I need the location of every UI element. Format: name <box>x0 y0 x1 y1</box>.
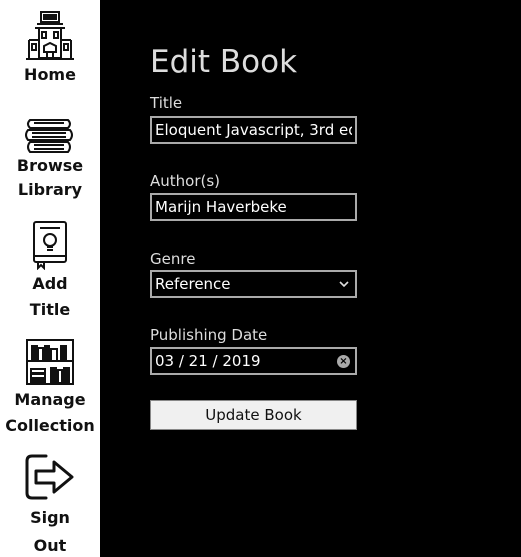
sidebar-item-label: Out <box>33 536 67 555</box>
sidebar-item-label: Library <box>17 180 83 199</box>
publishing-date-value: 03 / 21 / 2019 <box>155 352 261 370</box>
genre-label: Genre <box>150 250 196 268</box>
sidebar-item-home[interactable]: Home <box>0 10 100 87</box>
sidebar: Home Browse Library Add Title Manage Col… <box>0 0 100 557</box>
sidebar-item-manage-collection[interactable]: Manage Collection <box>0 338 100 438</box>
sidebar-item-sign-out[interactable]: Sign Out <box>0 452 100 557</box>
publishing-date-label: Publishing Date <box>150 326 268 344</box>
sidebar-item-label: Sign <box>30 508 70 527</box>
book-lightbulb-icon <box>33 221 67 270</box>
sidebar-item-browse-library[interactable]: Browse Library <box>0 118 100 202</box>
update-book-button[interactable]: Update Book <box>150 400 357 430</box>
genre-selected-value: Reference <box>155 275 231 293</box>
author-label: Author(s) <box>150 172 221 190</box>
genre-select[interactable]: Reference <box>150 270 357 298</box>
sidebar-item-label: Title <box>29 300 71 319</box>
publishing-date-input[interactable]: 03 / 21 / 2019 × <box>150 347 357 375</box>
sidebar-item-label: Manage <box>14 390 86 409</box>
sidebar-item-label: Browse <box>16 156 84 175</box>
edit-book-panel: Edit Book Title Author(s) Genre Referenc… <box>100 0 521 557</box>
sidebar-item-label: Add <box>32 274 68 293</box>
sidebar-item-add-title[interactable]: Add Title <box>0 220 100 322</box>
title-label: Title <box>150 94 183 112</box>
sidebar-item-label: Home <box>24 65 76 84</box>
sign-out-arrow-icon <box>25 454 74 500</box>
clear-date-icon[interactable]: × <box>337 354 350 368</box>
sidebar-item-label: Collection <box>5 416 95 435</box>
library-building-icon <box>26 11 74 60</box>
title-input[interactable] <box>150 116 357 144</box>
author-input[interactable] <box>150 193 357 221</box>
book-stack-icon <box>25 119 73 153</box>
bookshelf-icon <box>26 339 74 385</box>
chevron-down-icon <box>339 281 349 288</box>
page-title: Edit Book <box>150 44 298 80</box>
app-window: Home Browse Library Add Title Manage Col… <box>0 0 521 557</box>
